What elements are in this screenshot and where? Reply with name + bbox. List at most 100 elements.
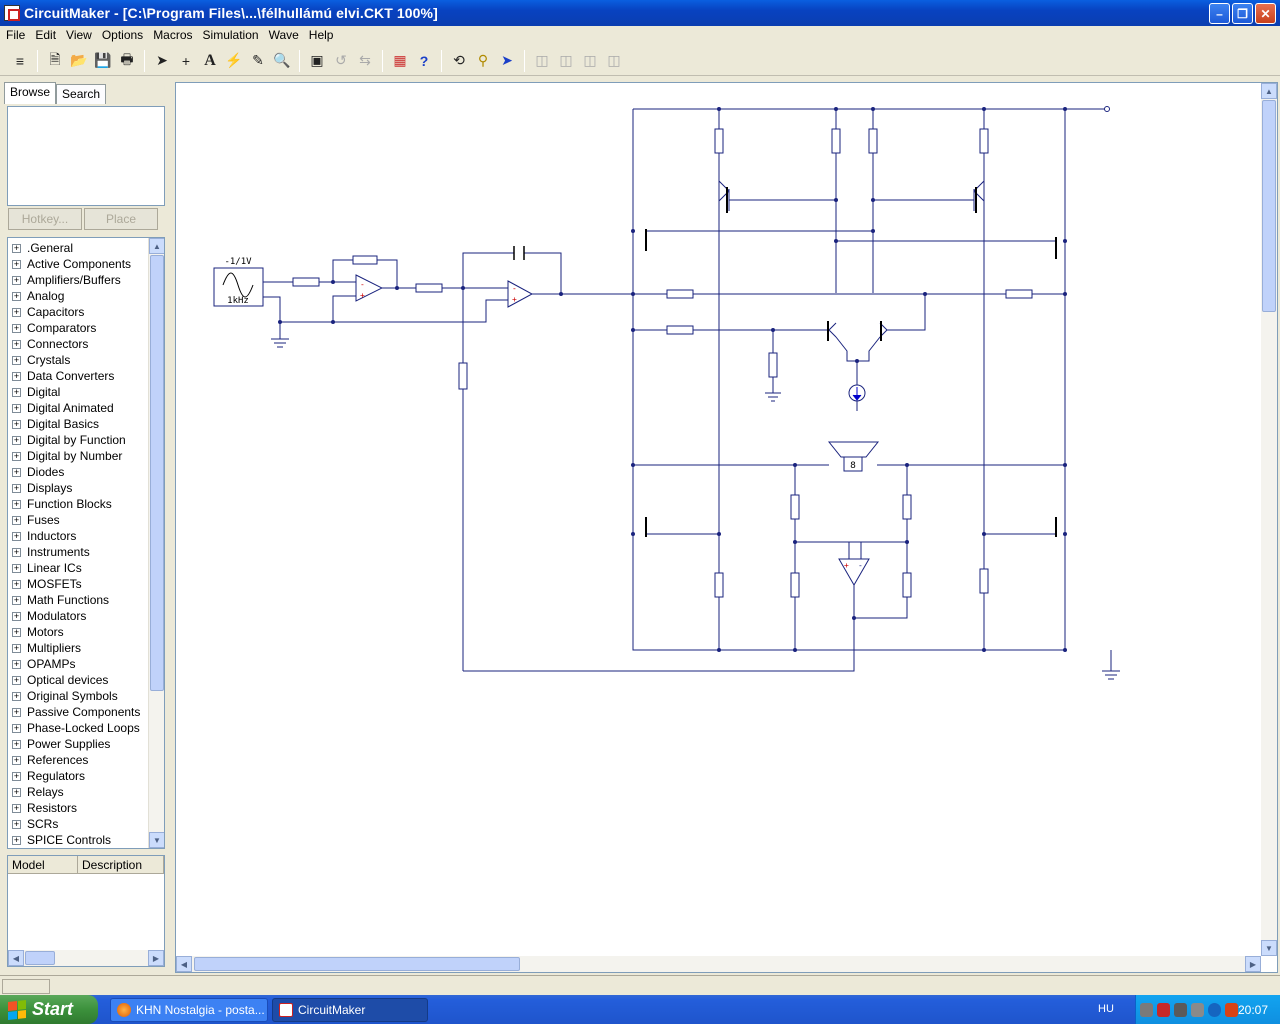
- print-icon[interactable]: 🖶: [115, 49, 139, 73]
- menu-simulation[interactable]: Simulation: [198, 28, 264, 42]
- category-item[interactable]: + Optical devices: [8, 672, 164, 688]
- tab-search[interactable]: Search: [56, 84, 107, 104]
- model-scroll-thumb[interactable]: [25, 951, 55, 965]
- scroll-right-icon[interactable]: ▶: [1245, 956, 1261, 972]
- reset-icon[interactable]: ⟲: [447, 49, 471, 73]
- expand-plus-icon[interactable]: +: [12, 339, 21, 349]
- expand-plus-icon[interactable]: +: [12, 819, 21, 829]
- expand-plus-icon[interactable]: +: [12, 451, 21, 461]
- zoom-tool-icon[interactable]: 🔍: [270, 49, 294, 73]
- menu-file[interactable]: File: [1, 28, 30, 42]
- category-item[interactable]: + Displays: [8, 480, 164, 496]
- menu-options[interactable]: Options: [97, 28, 148, 42]
- step-icon[interactable]: ⚲: [471, 49, 495, 73]
- expand-plus-icon[interactable]: +: [12, 323, 21, 333]
- zoom-fit-icon[interactable]: ▣: [305, 49, 329, 73]
- text-tool-icon[interactable]: A: [198, 49, 222, 73]
- category-item[interactable]: + Inductors: [8, 528, 164, 544]
- menu-wave[interactable]: Wave: [264, 28, 304, 42]
- model-column-header[interactable]: Model: [8, 856, 78, 873]
- description-column-header[interactable]: Description: [78, 856, 164, 873]
- expand-plus-icon[interactable]: +: [12, 787, 21, 797]
- tab-browse[interactable]: Browse: [4, 82, 57, 104]
- category-item[interactable]: + Passive Components: [8, 704, 164, 720]
- expand-plus-icon[interactable]: +: [12, 467, 21, 477]
- category-item[interactable]: + References: [8, 752, 164, 768]
- netlist-icon[interactable]: ▦: [388, 49, 412, 73]
- volume-icon[interactable]: [1174, 1002, 1187, 1017]
- category-item[interactable]: + Data Converters: [8, 368, 164, 384]
- category-item[interactable]: + Instruments: [8, 544, 164, 560]
- new-file-icon[interactable]: 🗎: [43, 49, 67, 73]
- expand-plus-icon[interactable]: +: [12, 595, 21, 605]
- expand-plus-icon[interactable]: +: [12, 771, 21, 781]
- expand-plus-icon[interactable]: +: [12, 435, 21, 445]
- category-item[interactable]: + Capacitors: [8, 304, 164, 320]
- category-tree[interactable]: + .General + Active Components + Amplifiers/B…: [7, 237, 165, 849]
- expand-plus-icon[interactable]: +: [12, 755, 21, 765]
- parts-toggle-icon[interactable]: ≡: [8, 49, 32, 73]
- canvas-vscrollbar[interactable]: ▲ ▼: [1261, 83, 1277, 956]
- expand-plus-icon[interactable]: +: [12, 803, 21, 813]
- expand-plus-icon[interactable]: +: [12, 291, 21, 301]
- category-item[interactable]: + Digital by Function: [8, 432, 164, 448]
- category-item[interactable]: + OPAMPs: [8, 656, 164, 672]
- schematic-area[interactable]: - + - + + - 8 -1/1V 1kHz ▲ ▼ ◀ ▶: [175, 82, 1278, 973]
- canvas-hscrollbar[interactable]: ◀ ▶: [176, 956, 1261, 972]
- expand-plus-icon[interactable]: +: [12, 659, 21, 669]
- scroll-left-icon[interactable]: ◀: [8, 950, 24, 966]
- expand-plus-icon[interactable]: +: [12, 611, 21, 621]
- expand-plus-icon[interactable]: +: [12, 499, 21, 509]
- taskbar-item-firefox[interactable]: KHN Nostalgia - posta...: [110, 998, 268, 1022]
- tree-scroll-thumb[interactable]: [150, 255, 164, 691]
- expand-plus-icon[interactable]: +: [12, 675, 21, 685]
- save-icon[interactable]: 💾: [91, 49, 115, 73]
- close-button[interactable]: ✕: [1255, 3, 1276, 24]
- category-item[interactable]: + SPICE Controls: [8, 832, 164, 848]
- category-item[interactable]: + Crystals: [8, 352, 164, 368]
- security-shield-icon[interactable]: [1157, 1002, 1170, 1017]
- expand-plus-icon[interactable]: +: [12, 643, 21, 653]
- category-item[interactable]: + Diodes: [8, 464, 164, 480]
- category-item[interactable]: + Function Blocks: [8, 496, 164, 512]
- category-item[interactable]: + MOSFETs: [8, 576, 164, 592]
- category-item[interactable]: + .General: [8, 240, 164, 256]
- help-icon[interactable]: ?: [412, 49, 436, 73]
- category-item[interactable]: + Analog: [8, 288, 164, 304]
- category-item[interactable]: + Active Components: [8, 256, 164, 272]
- arrow-tool-icon[interactable]: ➤: [150, 49, 174, 73]
- expand-plus-icon[interactable]: +: [12, 515, 21, 525]
- expand-plus-icon[interactable]: +: [12, 531, 21, 541]
- category-item[interactable]: + Connectors: [8, 336, 164, 352]
- category-item[interactable]: + Digital Basics: [8, 416, 164, 432]
- device-icon[interactable]: [1191, 1002, 1204, 1017]
- pen-tool-icon[interactable]: ✎: [246, 49, 270, 73]
- place-button[interactable]: Place: [84, 208, 158, 230]
- menu-macros[interactable]: Macros: [148, 28, 197, 42]
- canvas-hscroll-thumb[interactable]: [194, 957, 520, 971]
- scroll-up-icon[interactable]: ▲: [149, 238, 164, 254]
- expand-plus-icon[interactable]: +: [12, 371, 21, 381]
- category-item[interactable]: + Modulators: [8, 608, 164, 624]
- category-item[interactable]: + SCRs: [8, 816, 164, 832]
- category-item[interactable]: + Phase-Locked Loops: [8, 720, 164, 736]
- category-item[interactable]: + Power Supplies: [8, 736, 164, 752]
- open-folder-icon[interactable]: 📂: [67, 49, 91, 73]
- category-item[interactable]: + Digital Animated: [8, 400, 164, 416]
- start-button[interactable]: Start: [0, 995, 98, 1024]
- model-hscrollbar[interactable]: ◀ ▶: [8, 950, 164, 966]
- expand-plus-icon[interactable]: +: [12, 259, 21, 269]
- expand-plus-icon[interactable]: +: [12, 691, 21, 701]
- expand-plus-icon[interactable]: +: [12, 579, 21, 589]
- expand-plus-icon[interactable]: +: [12, 387, 21, 397]
- scroll-right-icon[interactable]: ▶: [148, 950, 164, 966]
- restore-button[interactable]: ❐: [1232, 3, 1253, 24]
- antivirus-icon[interactable]: [1225, 1002, 1238, 1017]
- taskbar-item-circuitmaker[interactable]: CircuitMaker: [272, 998, 428, 1022]
- expand-plus-icon[interactable]: +: [12, 483, 21, 493]
- expand-plus-icon[interactable]: +: [12, 355, 21, 365]
- expand-plus-icon[interactable]: +: [12, 419, 21, 429]
- language-indicator[interactable]: HU: [1098, 1003, 1114, 1015]
- expand-plus-icon[interactable]: +: [12, 723, 21, 733]
- wire-tool-icon[interactable]: +: [174, 49, 198, 73]
